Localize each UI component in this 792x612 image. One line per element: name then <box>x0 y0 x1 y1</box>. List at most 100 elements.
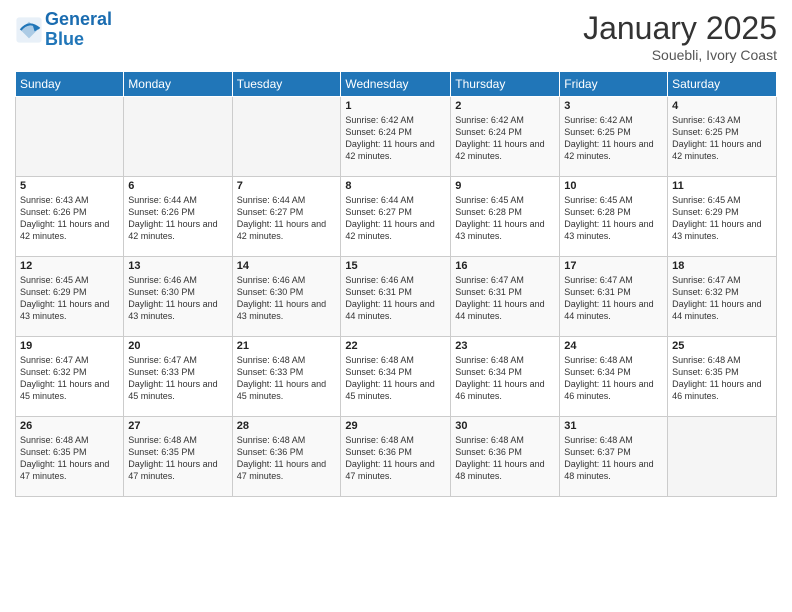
day-number: 21 <box>237 340 337 352</box>
calendar-cell: 11Sunrise: 6:45 AMSunset: 6:29 PMDayligh… <box>668 177 777 257</box>
calendar-cell: 7Sunrise: 6:44 AMSunset: 6:27 PMDaylight… <box>232 177 341 257</box>
day-info: Sunrise: 6:48 AMSunset: 6:35 PMDaylight:… <box>672 354 772 403</box>
logo-line2: Blue <box>45 29 84 49</box>
day-number: 18 <box>672 260 772 272</box>
calendar-cell: 9 Sunrise: 6:45 AMSunset: 6:28 PMDaylight… <box>451 177 560 257</box>
calendar-week-3: 19Sunrise: 6:47 AMSunset: 6:32 PMDayligh… <box>16 337 777 417</box>
day-info: Sunrise: 6:48 AMSunset: 6:37 PMDaylight:… <box>564 434 663 483</box>
day-info: Sunrise: 6:45 AMSunset: 6:29 PMDaylight:… <box>672 194 772 243</box>
header: General Blue January 2025 Souebli, Ivory… <box>15 10 777 63</box>
calendar-cell: 10Sunrise: 6:45 AMSunset: 6:28 PMDayligh… <box>560 177 668 257</box>
calendar-table: Sunday Monday Tuesday Wednesday Thursday… <box>15 71 777 497</box>
day-info: Sunrise: 6:42 AMSunset: 6:25 PMDaylight:… <box>564 114 663 163</box>
day-info: Sunrise: 6:43 AMSunset: 6:26 PMDaylight:… <box>20 194 119 243</box>
day-number: 17 <box>564 260 663 272</box>
calendar-cell: 19Sunrise: 6:47 AMSunset: 6:32 PMDayligh… <box>16 337 124 417</box>
calendar-cell: 17 Sunrise: 6:47 AMSunset: 6:31 PMDayligh… <box>560 257 668 337</box>
day-info: Sunrise: 6:48 AMSunset: 6:35 PMDaylight:… <box>20 434 119 483</box>
day-info: Sunrise: 6:46 AMSunset: 6:30 PMDaylight:… <box>128 274 227 323</box>
calendar-cell <box>668 417 777 497</box>
col-thursday: Thursday <box>451 72 560 97</box>
calendar-cell: 26 Sunrise: 6:48 AMSunset: 6:35 PMDayligh… <box>16 417 124 497</box>
day-number: 29 <box>345 420 446 432</box>
day-info: Sunrise: 6:48 AMSunset: 6:34 PMDaylight:… <box>455 354 555 403</box>
calendar-cell: 20 Sunrise: 6:47 AMSunset: 6:33 PMDayligh… <box>124 337 232 417</box>
day-number: 6 <box>128 180 227 192</box>
header-row: Sunday Monday Tuesday Wednesday Thursday… <box>16 72 777 97</box>
day-number: 10 <box>564 180 663 192</box>
calendar-cell: 5 Sunrise: 6:43 AMSunset: 6:26 PMDaylight… <box>16 177 124 257</box>
day-number: 15 <box>345 260 446 272</box>
col-tuesday: Tuesday <box>232 72 341 97</box>
calendar-cell: 12 Sunrise: 6:45 AMSunset: 6:29 PMDayligh… <box>16 257 124 337</box>
calendar-cell: 27Sunrise: 6:48 AMSunset: 6:35 PMDayligh… <box>124 417 232 497</box>
calendar-cell: 16 Sunrise: 6:47 AMSunset: 6:31 PMDayligh… <box>451 257 560 337</box>
day-info: Sunrise: 6:47 AMSunset: 6:31 PMDaylight:… <box>564 274 663 323</box>
day-number: 14 <box>237 260 337 272</box>
calendar-header: Sunday Monday Tuesday Wednesday Thursday… <box>16 72 777 97</box>
day-number: 19 <box>20 340 119 352</box>
day-info: Sunrise: 6:44 AMSunset: 6:27 PMDaylight:… <box>345 194 446 243</box>
day-number: 26 <box>20 420 119 432</box>
col-saturday: Saturday <box>668 72 777 97</box>
calendar-cell: 1Sunrise: 6:42 AMSunset: 6:24 PMDaylight… <box>341 97 451 177</box>
calendar-cell <box>16 97 124 177</box>
day-info: Sunrise: 6:45 AMSunset: 6:29 PMDaylight:… <box>20 274 119 323</box>
day-number: 22 <box>345 340 446 352</box>
day-number: 20 <box>128 340 227 352</box>
calendar-cell: 15 Sunrise: 6:46 AMSunset: 6:31 PMDayligh… <box>341 257 451 337</box>
calendar-week-1: 5 Sunrise: 6:43 AMSunset: 6:26 PMDaylight… <box>16 177 777 257</box>
logo-text: General Blue <box>45 10 112 50</box>
day-number: 7 <box>237 180 337 192</box>
calendar-cell: 14 Sunrise: 6:46 AMSunset: 6:30 PMDayligh… <box>232 257 341 337</box>
calendar-cell: 22 Sunrise: 6:48 AMSunset: 6:34 PMDayligh… <box>341 337 451 417</box>
day-number: 2 <box>455 100 555 112</box>
day-number: 16 <box>455 260 555 272</box>
day-number: 12 <box>20 260 119 272</box>
day-info: Sunrise: 6:47 AMSunset: 6:31 PMDaylight:… <box>455 274 555 323</box>
col-wednesday: Wednesday <box>341 72 451 97</box>
calendar-cell: 2 Sunrise: 6:42 AMSunset: 6:24 PMDaylight… <box>451 97 560 177</box>
calendar-cell <box>124 97 232 177</box>
day-number: 9 <box>455 180 555 192</box>
day-number: 25 <box>672 340 772 352</box>
logo-line1: General <box>45 9 112 29</box>
month-title: January 2025 <box>583 10 777 47</box>
calendar-cell: 18 Sunrise: 6:47 AMSunset: 6:32 PMDayligh… <box>668 257 777 337</box>
day-info: Sunrise: 6:45 AMSunset: 6:28 PMDaylight:… <box>455 194 555 243</box>
calendar-cell: 24Sunrise: 6:48 AMSunset: 6:34 PMDayligh… <box>560 337 668 417</box>
day-number: 8 <box>345 180 446 192</box>
calendar-cell: 28 Sunrise: 6:48 AMSunset: 6:36 PMDayligh… <box>232 417 341 497</box>
day-info: Sunrise: 6:48 AMSunset: 6:36 PMDaylight:… <box>237 434 337 483</box>
col-friday: Friday <box>560 72 668 97</box>
calendar-cell: 23 Sunrise: 6:48 AMSunset: 6:34 PMDayligh… <box>451 337 560 417</box>
calendar-cell: 6 Sunrise: 6:44 AMSunset: 6:26 PMDaylight… <box>124 177 232 257</box>
day-info: Sunrise: 6:48 AMSunset: 6:34 PMDaylight:… <box>345 354 446 403</box>
day-number: 5 <box>20 180 119 192</box>
calendar-cell <box>232 97 341 177</box>
day-number: 3 <box>564 100 663 112</box>
day-info: Sunrise: 6:46 AMSunset: 6:30 PMDaylight:… <box>237 274 337 323</box>
day-number: 28 <box>237 420 337 432</box>
calendar-cell: 21Sunrise: 6:48 AMSunset: 6:33 PMDayligh… <box>232 337 341 417</box>
calendar-week-4: 26 Sunrise: 6:48 AMSunset: 6:35 PMDayligh… <box>16 417 777 497</box>
day-number: 24 <box>564 340 663 352</box>
day-info: Sunrise: 6:44 AMSunset: 6:26 PMDaylight:… <box>128 194 227 243</box>
calendar-week-2: 12 Sunrise: 6:45 AMSunset: 6:29 PMDayligh… <box>16 257 777 337</box>
calendar-cell: 4 Sunrise: 6:43 AMSunset: 6:25 PMDaylight… <box>668 97 777 177</box>
calendar-cell: 25 Sunrise: 6:48 AMSunset: 6:35 PMDayligh… <box>668 337 777 417</box>
day-info: Sunrise: 6:47 AMSunset: 6:32 PMDaylight:… <box>672 274 772 323</box>
day-info: Sunrise: 6:42 AMSunset: 6:24 PMDaylight:… <box>345 114 446 163</box>
calendar-cell: 13Sunrise: 6:46 AMSunset: 6:30 PMDayligh… <box>124 257 232 337</box>
col-monday: Monday <box>124 72 232 97</box>
calendar-week-0: 1Sunrise: 6:42 AMSunset: 6:24 PMDaylight… <box>16 97 777 177</box>
calendar-body: 1Sunrise: 6:42 AMSunset: 6:24 PMDaylight… <box>16 97 777 497</box>
location: Souebli, Ivory Coast <box>583 47 777 63</box>
day-number: 23 <box>455 340 555 352</box>
day-number: 4 <box>672 100 772 112</box>
day-info: Sunrise: 6:46 AMSunset: 6:31 PMDaylight:… <box>345 274 446 323</box>
day-info: Sunrise: 6:42 AMSunset: 6:24 PMDaylight:… <box>455 114 555 163</box>
calendar-cell: 29Sunrise: 6:48 AMSunset: 6:36 PMDayligh… <box>341 417 451 497</box>
day-info: Sunrise: 6:47 AMSunset: 6:33 PMDaylight:… <box>128 354 227 403</box>
day-info: Sunrise: 6:43 AMSunset: 6:25 PMDaylight:… <box>672 114 772 163</box>
